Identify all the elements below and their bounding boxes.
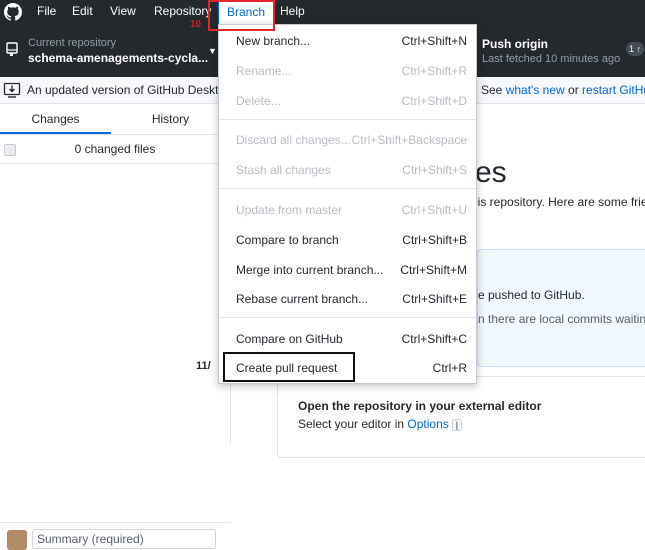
menu-item-discard-all-changes[interactable]: Discard all changes... Ctrl+Shift+Backsp… <box>219 128 476 150</box>
menu-item-shortcut: Ctrl+Shift+C <box>401 332 467 346</box>
menu-item-shortcut: Ctrl+Shift+Backspace <box>351 133 467 147</box>
menu-item-shortcut: Ctrl+Shift+D <box>401 94 467 108</box>
menu-item-shortcut: Ctrl+Shift+M <box>400 263 467 277</box>
menu-branch[interactable]: Branch <box>218 0 275 24</box>
update-banner-text: An updated version of GitHub Deskto <box>27 83 226 97</box>
open-editor-description: Select your editor in Options | <box>298 417 463 431</box>
push-suggestion-card: e pushed to GitHub. n there are local co… <box>477 249 645 367</box>
menu-item-label: New branch... <box>236 34 311 48</box>
menu-item-stash-all-changes[interactable]: Stash all changes Ctrl+Shift+S <box>219 158 476 180</box>
menu-item-label: Merge into current branch... <box>236 263 384 277</box>
open-editor-card: Open the repository in your external edi… <box>277 376 645 458</box>
menu-separator <box>219 119 476 120</box>
menu-item-rename[interactable]: Rename... Ctrl+Shift+R <box>219 59 476 81</box>
tab-history[interactable]: History <box>115 104 226 132</box>
menu-help[interactable]: Help <box>280 0 305 24</box>
commit-area: Summary (required) <box>0 522 230 550</box>
menu-item-label: Delete... <box>236 94 281 108</box>
menu-separator <box>219 188 476 189</box>
menu-item-label: Discard all changes... <box>236 133 351 147</box>
current-repository-label: Current repository <box>28 37 117 49</box>
menu-item-label: Compare on GitHub <box>236 332 343 346</box>
menu-bar: File Edit View Repository Branch Help <box>0 0 645 24</box>
push-card-title: e pushed to GitHub. <box>478 288 585 302</box>
menu-item-delete[interactable]: Delete... Ctrl+Shift+D <box>219 89 476 111</box>
annotation-step-11: 11/ <box>196 360 211 372</box>
menu-item-shortcut: Ctrl+Shift+R <box>401 64 467 78</box>
menu-item-shortcut: Ctrl+Shift+E <box>402 292 467 306</box>
menu-item-shortcut: Ctrl+Shift+U <box>401 203 467 217</box>
menu-item-label: Create pull request <box>236 361 338 375</box>
sidebar: Changes History 0 changed files Summary … <box>0 104 231 550</box>
menu-edit[interactable]: Edit <box>72 0 93 24</box>
whats-new-link[interactable]: what's new <box>506 83 565 97</box>
update-download-icon <box>3 81 21 102</box>
menu-item-create-pull-request[interactable]: Create pull request Ctrl+R <box>219 356 476 378</box>
github-logo-icon <box>4 3 23 21</box>
menu-item-label: Rebase current branch... <box>236 292 369 306</box>
welcome-heading: es <box>475 156 507 189</box>
menu-item-label: Rename... <box>236 64 292 78</box>
menu-separator <box>219 317 476 318</box>
current-repository-name: schema-amenagements-cycla... <box>28 51 209 65</box>
push-count-badge: 1 ↑ <box>626 42 645 56</box>
changed-files-header: 0 changed files <box>0 134 230 164</box>
annotation-step-10: 10 <box>190 19 202 30</box>
menu-item-shortcut: Ctrl+R <box>432 361 467 375</box>
menu-repository[interactable]: Repository <box>154 0 211 24</box>
avatar <box>7 530 27 550</box>
branch-menu-dropdown: New branch... Ctrl+Shift+N Rename... Ctr… <box>218 24 477 384</box>
shortcut-key: | <box>451 419 463 431</box>
menu-item-compare-on-github[interactable]: Compare on GitHub Ctrl+Shift+C <box>219 327 476 349</box>
menu-item-compare-to-branch[interactable]: Compare to branch Ctrl+Shift+B <box>219 228 476 250</box>
push-origin-title: Push origin <box>482 37 548 51</box>
menu-item-shortcut: Ctrl+Shift+N <box>401 34 467 48</box>
menu-item-label: Update from master <box>236 203 343 217</box>
menu-item-new-branch[interactable]: New branch... Ctrl+Shift+N <box>219 29 476 51</box>
menu-item-rebase-current-branch[interactable]: Rebase current branch... Ctrl+Shift+E <box>219 287 476 309</box>
menu-item-shortcut: Ctrl+Shift+B <box>402 233 467 247</box>
restart-link[interactable]: restart GitHub <box>582 83 645 97</box>
menu-view[interactable]: View <box>110 0 136 24</box>
menu-file[interactable]: File <box>37 0 56 24</box>
menu-item-update-from-master[interactable]: Update from master Ctrl+Shift+U <box>219 198 476 220</box>
summary-input[interactable]: Summary (required) <box>32 529 216 549</box>
menu-item-label: Stash all changes <box>236 163 331 177</box>
last-fetched-text: Last fetched 10 minutes ago <box>482 53 621 65</box>
tab-changes[interactable]: Changes <box>0 104 111 134</box>
menu-item-label: Compare to branch <box>236 233 339 247</box>
welcome-intro: his repository. Here are some frier <box>471 195 645 209</box>
options-link[interactable]: Options <box>407 417 448 431</box>
menu-item-merge-into-current-branch[interactable]: Merge into current branch... Ctrl+Shift+… <box>219 258 476 280</box>
current-repository-selector[interactable]: Current repository schema-amenagements-c… <box>0 24 230 77</box>
update-banner-actions: See what's new or restart GitHub <box>481 83 645 97</box>
push-card-description: n there are local commits waiting t <box>478 312 645 326</box>
menu-item-shortcut: Ctrl+Shift+S <box>402 163 467 177</box>
open-editor-title: Open the repository in your external edi… <box>298 399 542 413</box>
chevron-down-icon: ▼ <box>208 46 217 56</box>
changed-files-count: 0 changed files <box>74 142 156 156</box>
repository-icon <box>6 42 18 59</box>
